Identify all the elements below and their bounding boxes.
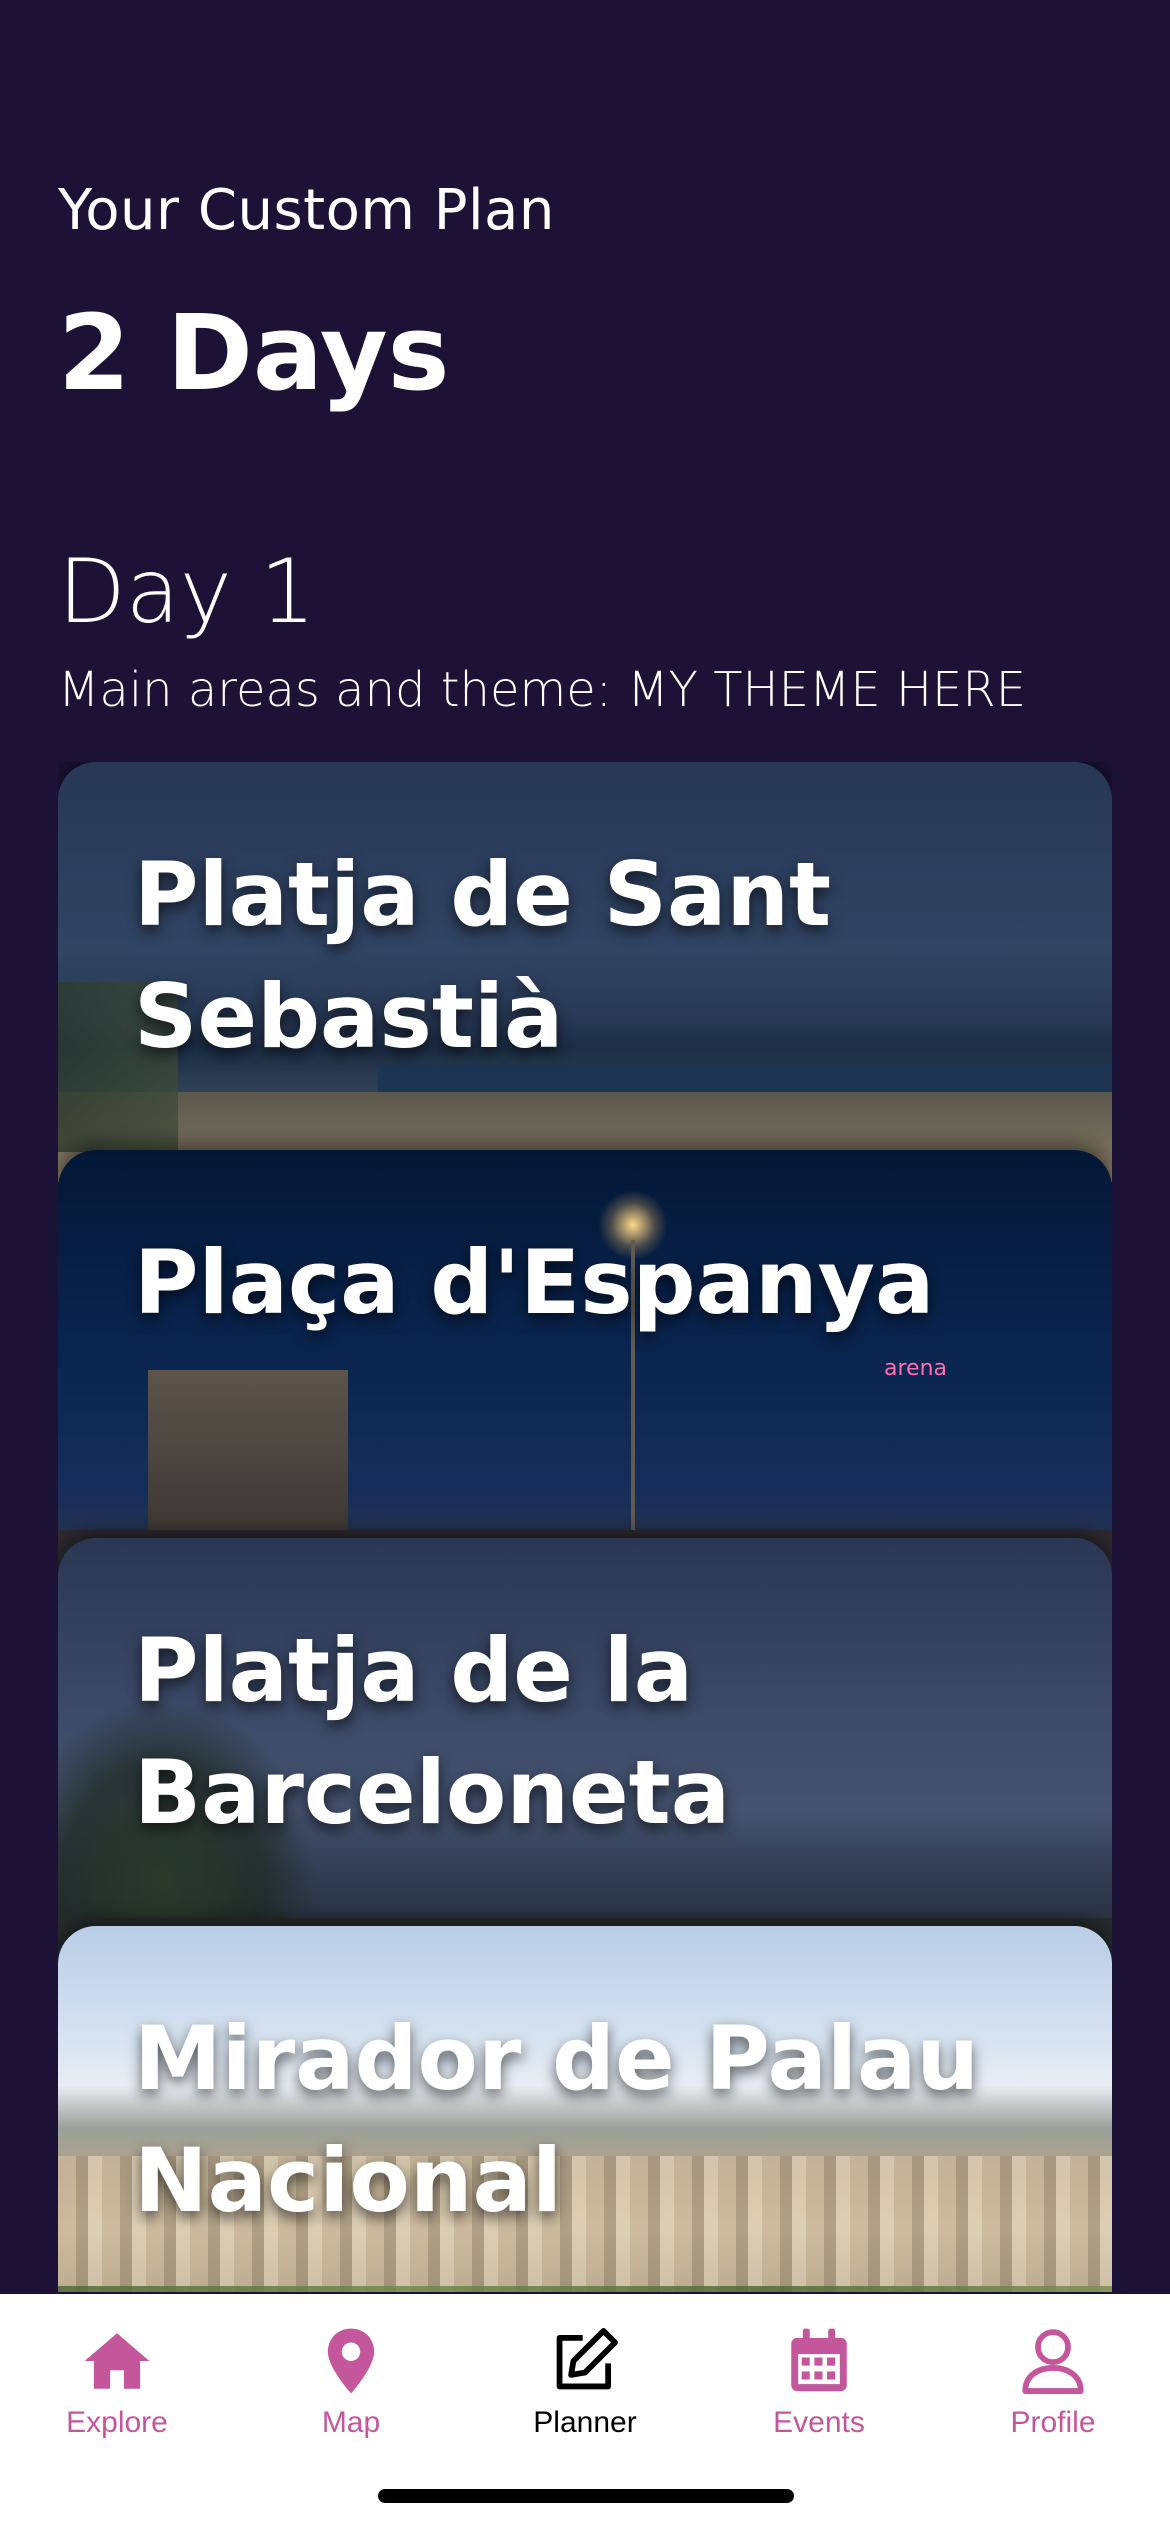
plan-subtitle: Your Custom Plan: [58, 178, 555, 243]
user-icon: [1022, 2329, 1084, 2394]
place-card-mirador-palau-nacional[interactable]: Mirador de Palau Nacional: [58, 1926, 1112, 2292]
day-title: Day 1: [58, 540, 316, 643]
place-card-title: Mirador de Palau Nacional: [134, 2007, 980, 2232]
tab-map[interactable]: Map: [234, 2324, 468, 2464]
tab-events[interactable]: Events: [702, 2324, 936, 2464]
tab-explore[interactable]: Explore: [0, 2324, 234, 2464]
home-indicator: [378, 2489, 794, 2503]
place-card-list: Platja de Sant Sebastià arena Plaça d'Es…: [58, 762, 1112, 2292]
tab-label: Explore: [66, 2406, 168, 2439]
tab-label: Map: [321, 2406, 381, 2439]
tab-label: Profile: [1010, 2406, 1096, 2439]
place-card-title: Platja de Sant Sebastià: [134, 843, 832, 1068]
tab-label: Events: [773, 2406, 865, 2439]
place-card-title: Plaça d'Espanya: [134, 1231, 935, 1334]
place-card-platja-sant-sebastia[interactable]: Platja de Sant Sebastià: [58, 762, 1112, 1182]
day-theme: Main areas and theme: MY THEME HERE: [58, 662, 1027, 718]
plan-title: 2 Days: [58, 292, 450, 414]
arena-sign: arena: [884, 1356, 948, 1381]
edit-icon: [556, 2328, 618, 2390]
place-card-image: arena: [58, 1150, 1112, 1570]
planner-screen: Your Custom Plan 2 Days Day 1 Main areas…: [0, 0, 1170, 2532]
tab-profile[interactable]: Profile: [936, 2324, 1170, 2464]
place-card-placa-espanya[interactable]: arena Plaça d'Espanya: [58, 1150, 1112, 1570]
home-icon: [84, 2333, 150, 2389]
place-card-platja-barceloneta[interactable]: Platja de la Barceloneta: [58, 1538, 1112, 1958]
place-card-title: Platja de la Barceloneta: [134, 1619, 731, 1844]
calendar-icon: [791, 2328, 847, 2392]
tab-label: Planner: [533, 2406, 637, 2439]
map-pin-icon: [327, 2328, 375, 2394]
tab-planner[interactable]: Planner: [468, 2324, 702, 2464]
